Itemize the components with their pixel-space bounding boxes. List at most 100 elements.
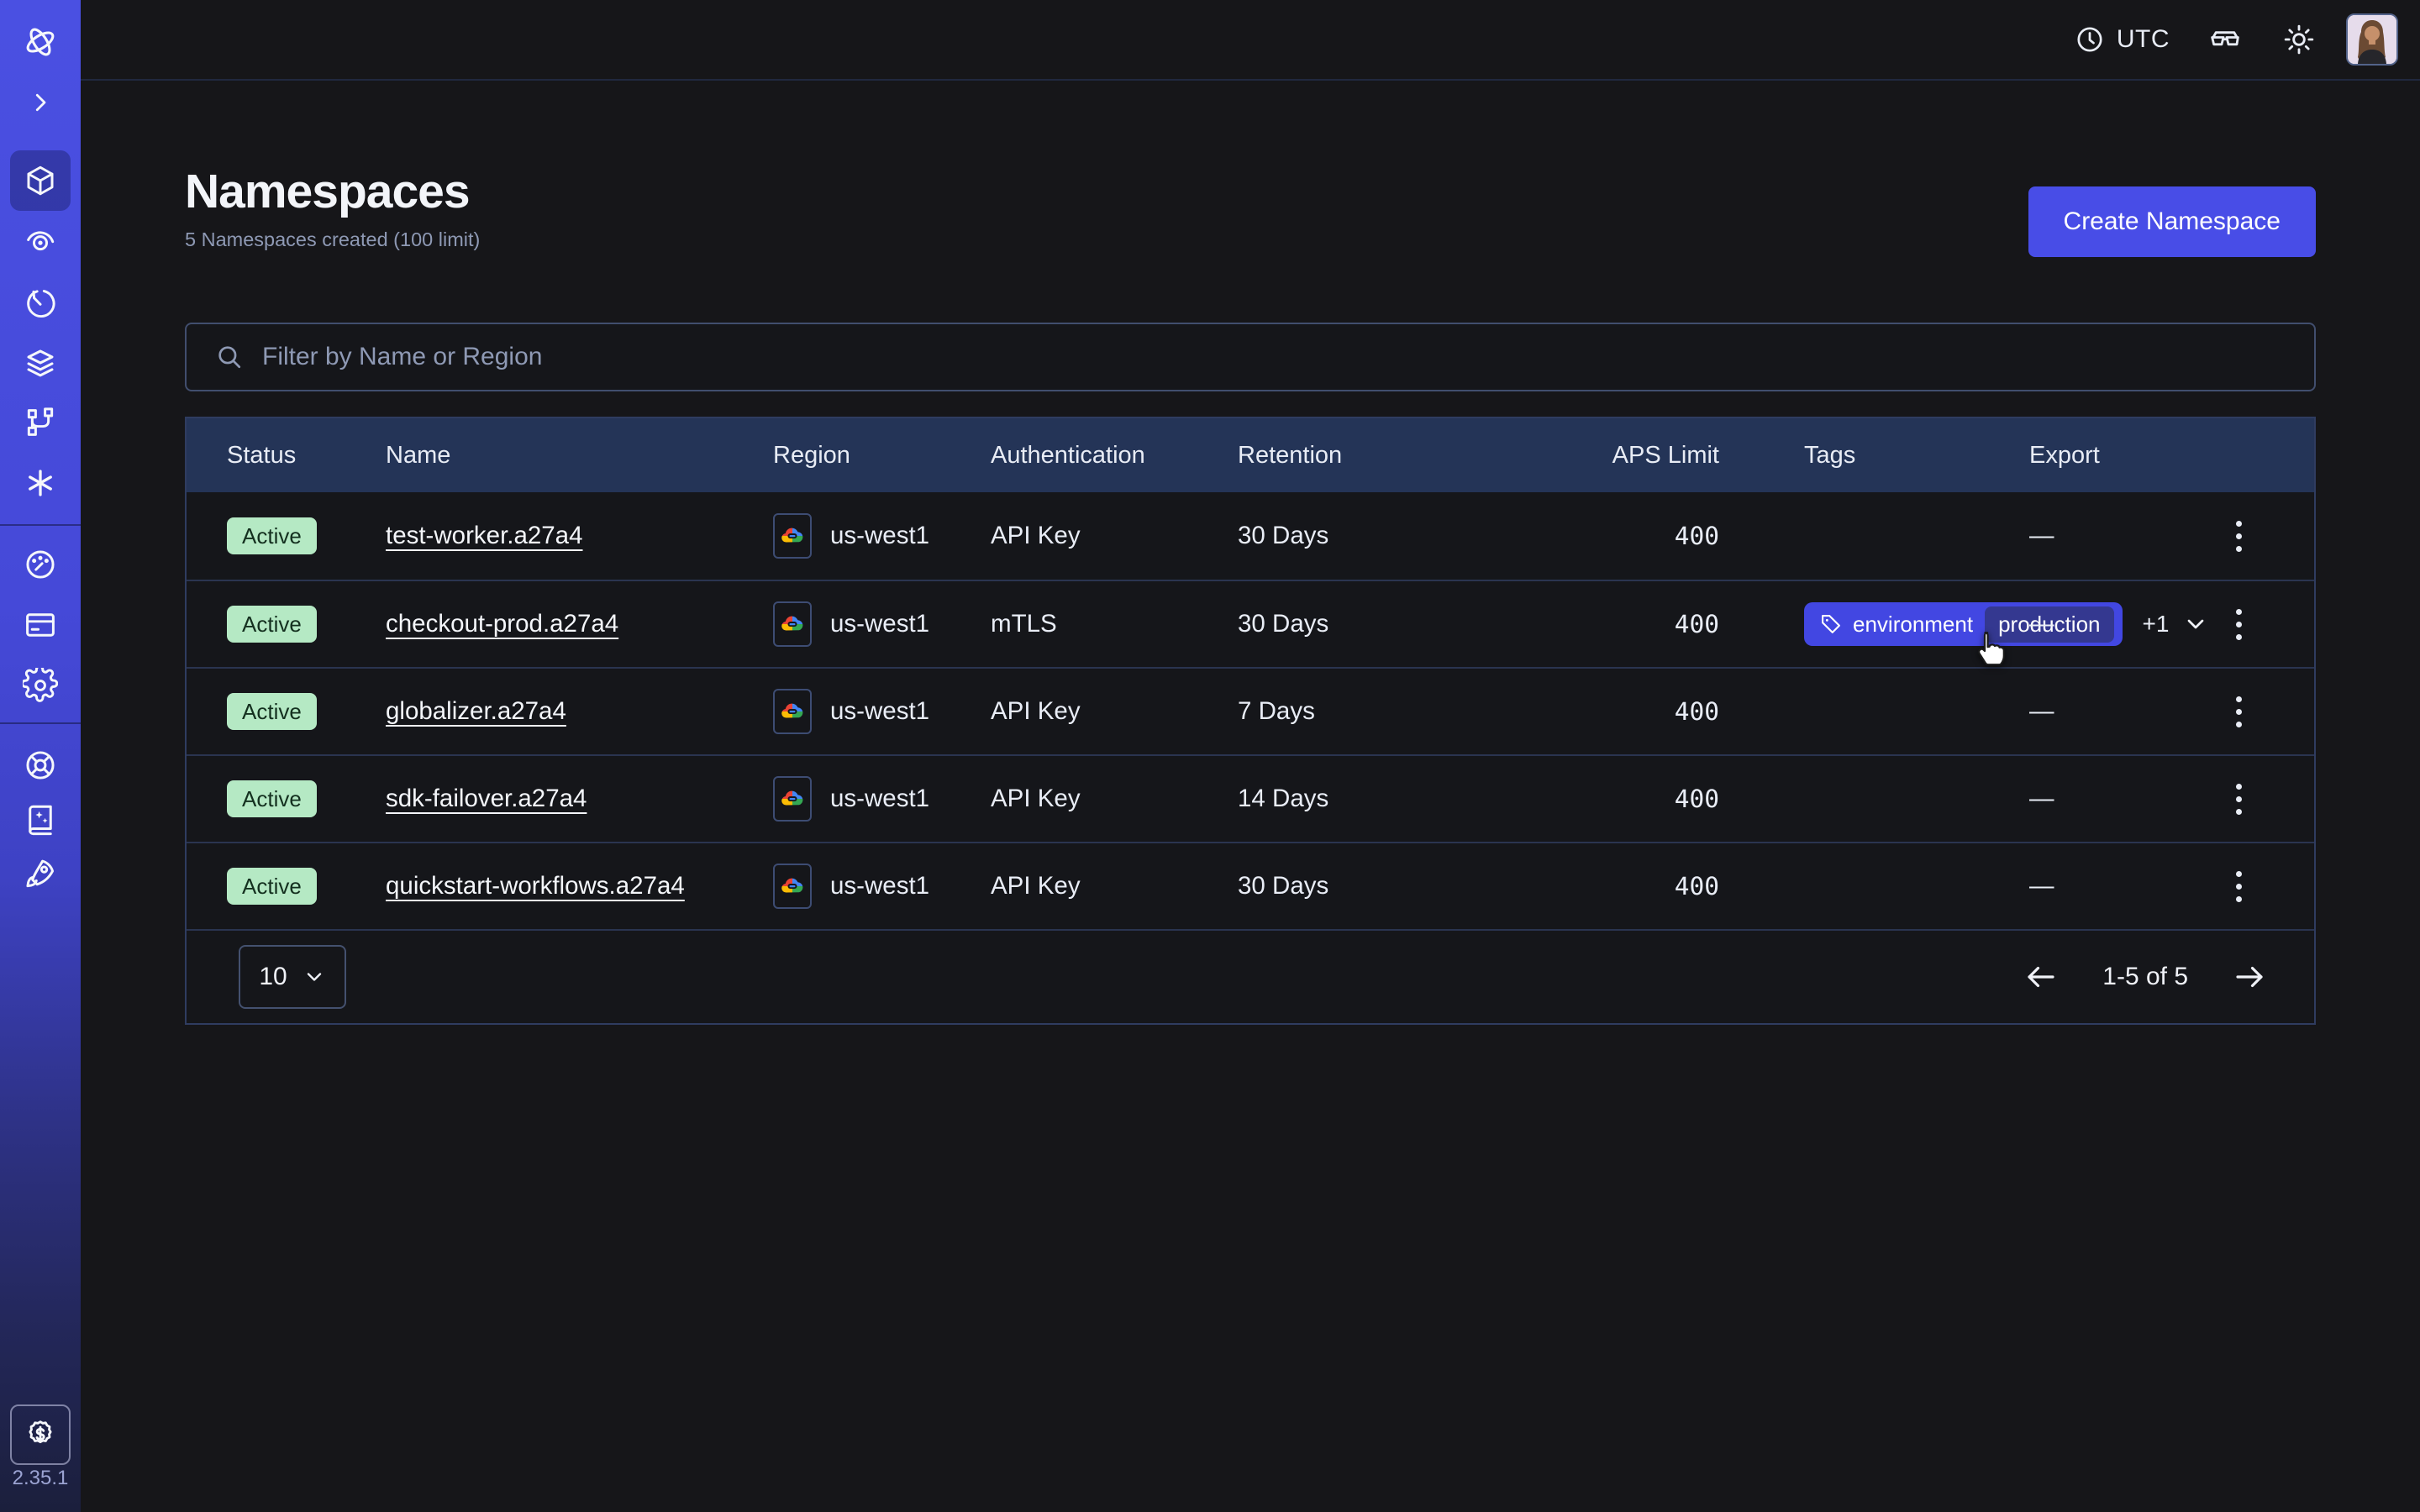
layers-icon <box>23 345 58 381</box>
life-ring-icon <box>23 748 58 783</box>
chevron-down-icon <box>302 965 326 989</box>
retention-value: 14 Days <box>1238 785 1435 813</box>
sidebar-item-deployments[interactable] <box>10 333 71 393</box>
asterisk-icon <box>23 465 58 501</box>
region-label: us-west1 <box>830 697 929 726</box>
export-value: — <box>2029 872 2201 900</box>
auth-value: API Key <box>991 872 1238 900</box>
temporal-logo-icon <box>10 12 71 72</box>
sidebar-item-schedules[interactable] <box>10 272 71 333</box>
book-sparkles-icon <box>23 802 58 837</box>
auth-value: API Key <box>991 697 1238 726</box>
gauge-icon <box>23 547 58 582</box>
orbit-eye-icon <box>23 223 58 259</box>
rocket-icon <box>23 856 58 891</box>
user-avatar[interactable] <box>2346 13 2398 66</box>
page-title: Namespaces <box>185 165 480 220</box>
timezone-widget[interactable]: UTC <box>2075 24 2170 55</box>
cube-icon <box>23 163 58 198</box>
sidebar-item-nexus[interactable] <box>10 392 71 453</box>
retention-value: 7 Days <box>1238 697 1435 726</box>
col-status: Status <box>227 442 386 470</box>
namespace-link[interactable]: test-worker.a27a4 <box>386 522 583 550</box>
next-page-button[interactable] <box>2232 959 2267 995</box>
page-size-select[interactable]: 10 <box>239 945 346 1009</box>
table-row: Active globalizer.a27a4 us-west1 API Key… <box>187 667 2314 754</box>
table-row: Active sdk-failover.a27a4 us-west1 API K… <box>187 754 2314 842</box>
col-authentication: Authentication <box>991 442 1238 470</box>
auth-value: mTLS <box>991 610 1238 638</box>
credits-button[interactable] <box>10 1404 71 1465</box>
col-name: Name <box>386 442 773 470</box>
sidebar-item-usage[interactable] <box>10 534 71 595</box>
main-content: Namespaces 5 Namespaces created (100 lim… <box>185 81 2316 1512</box>
sidebar-expand-toggle[interactable] <box>10 72 71 133</box>
pagination-range: 1-5 of 5 <box>2102 963 2188 991</box>
gcp-icon <box>773 601 812 647</box>
theme-toggle-button[interactable] <box>2282 23 2316 56</box>
namespace-link[interactable]: checkout-prod.a27a4 <box>386 610 618 638</box>
region-label: us-west1 <box>830 610 929 638</box>
row-menu-button[interactable] <box>2228 863 2250 911</box>
status-badge: Active <box>227 868 317 905</box>
arrow-right-icon <box>2232 959 2267 995</box>
table-row: Active checkout-prod.a27a4 us-west1 mTLS… <box>187 580 2314 667</box>
auth-value: API Key <box>991 522 1238 550</box>
namespace-link[interactable]: sdk-failover.a27a4 <box>386 785 587 813</box>
export-value: — <box>2029 610 2201 638</box>
avatar-image <box>2348 15 2396 64</box>
filter-input[interactable] <box>262 343 2286 371</box>
aps-value: 400 <box>1435 697 1728 726</box>
row-menu-button[interactable] <box>2228 688 2250 736</box>
region-label: us-west1 <box>830 872 929 900</box>
export-value: — <box>2029 522 2201 550</box>
status-badge: Active <box>227 606 317 643</box>
row-menu-button[interactable] <box>2228 775 2250 823</box>
region-label: us-west1 <box>830 522 929 550</box>
aps-value: 400 <box>1435 872 1728 900</box>
table-row: Active test-worker.a27a4 us-west1 API Ke… <box>187 492 2314 580</box>
sidebar-item-namespaces[interactable] <box>10 150 71 211</box>
row-menu-button[interactable] <box>2228 512 2250 560</box>
gcp-icon <box>773 864 812 909</box>
gear-icon <box>23 668 58 703</box>
sidebar-item-docs[interactable] <box>10 790 71 850</box>
timezone-label: UTC <box>2117 25 2170 54</box>
arrow-left-icon <box>2023 959 2059 995</box>
sidebar-item-settings[interactable] <box>10 655 71 716</box>
row-menu-button[interactable] <box>2228 601 2250 648</box>
glasses-icon <box>2208 23 2242 56</box>
filter-search-box[interactable] <box>185 323 2316 391</box>
aps-value: 400 <box>1435 610 1728 638</box>
col-export: Export <box>2029 442 2201 470</box>
sidebar-item-workflows[interactable] <box>10 211 71 271</box>
tag-key: environment <box>1853 612 1973 638</box>
table-row: Active quickstart-workflows.a27a4 us-wes… <box>187 842 2314 929</box>
namespace-link[interactable]: globalizer.a27a4 <box>386 697 566 726</box>
col-retention: Retention <box>1238 442 1435 470</box>
page-subtitle: 5 Namespaces created (100 limit) <box>185 228 480 251</box>
clock-icon <box>2075 24 2105 55</box>
credit-card-icon <box>23 607 58 643</box>
sun-icon <box>2282 23 2316 56</box>
export-value: — <box>2029 785 2201 813</box>
page-header: Namespaces 5 Namespaces created (100 lim… <box>185 165 2316 257</box>
col-tags: Tags <box>1728 442 2029 470</box>
col-region: Region <box>773 442 991 470</box>
create-namespace-button[interactable]: Create Namespace <box>2028 186 2316 257</box>
timer-icon <box>23 285 58 320</box>
prev-page-button[interactable] <box>2023 959 2059 995</box>
sidebar-item-support[interactable] <box>10 735 71 795</box>
sidebar-item-batch-operations[interactable] <box>10 453 71 513</box>
auth-value: API Key <box>991 785 1238 813</box>
accessibility-glasses-button[interactable] <box>2208 23 2242 56</box>
gcp-icon <box>773 513 812 559</box>
retention-value: 30 Days <box>1238 872 1435 900</box>
export-value: — <box>2029 697 2201 726</box>
sidebar-item-billing[interactable] <box>10 595 71 655</box>
status-badge: Active <box>227 693 317 730</box>
tags-cell: environment production +1 <box>1728 602 2029 646</box>
sidebar-item-getting-started[interactable] <box>10 843 71 904</box>
tag-icon <box>1819 612 1843 636</box>
namespace-link[interactable]: quickstart-workflows.a27a4 <box>386 872 685 900</box>
